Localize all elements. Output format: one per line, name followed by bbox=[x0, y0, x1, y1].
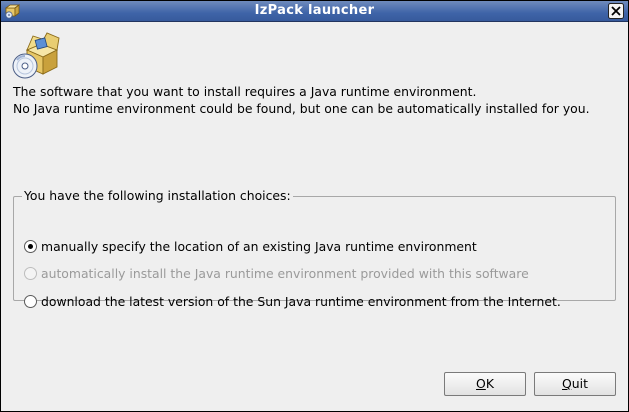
option-manual-label: manually specify the location of an exis… bbox=[41, 238, 477, 254]
option-manual-location[interactable]: manually specify the location of an exis… bbox=[24, 237, 477, 255]
ok-mnemonic: O bbox=[476, 376, 486, 391]
option-download-label: download the latest version of the Sun J… bbox=[41, 293, 561, 309]
close-icon[interactable] bbox=[608, 3, 624, 19]
choices-legend: You have the following installation choi… bbox=[22, 188, 293, 204]
option-download[interactable]: download the latest version of the Sun J… bbox=[24, 292, 561, 310]
dialog-content: The software that you want to install re… bbox=[1, 22, 628, 411]
quit-button[interactable]: Quit bbox=[534, 372, 616, 396]
launcher-window: IzPack launcher The software that you wa… bbox=[0, 0, 629, 412]
message-line-1: The software that you want to install re… bbox=[13, 84, 477, 99]
quit-mnemonic: Q bbox=[562, 376, 572, 391]
ok-button[interactable]: OK bbox=[444, 372, 526, 396]
message-line-2: No Java runtime environment could be fou… bbox=[13, 101, 590, 116]
ok-label-rest: K bbox=[485, 376, 494, 391]
option-auto-label: automatically install the Java runtime e… bbox=[41, 265, 529, 281]
installation-choices-group: You have the following installation choi… bbox=[13, 188, 616, 309]
radio-manual-location[interactable] bbox=[24, 239, 37, 253]
radio-download[interactable] bbox=[24, 294, 37, 308]
window-title: IzPack launcher bbox=[254, 3, 375, 18]
option-auto-install[interactable]: automatically install the Java runtime e… bbox=[24, 264, 529, 282]
quit-label-rest: uit bbox=[571, 376, 588, 391]
requirement-message: The software that you want to install re… bbox=[13, 83, 590, 117]
radio-auto-install[interactable] bbox=[24, 266, 37, 280]
package-cd-icon bbox=[12, 32, 60, 79]
title-bar[interactable]: IzPack launcher bbox=[1, 1, 628, 22]
